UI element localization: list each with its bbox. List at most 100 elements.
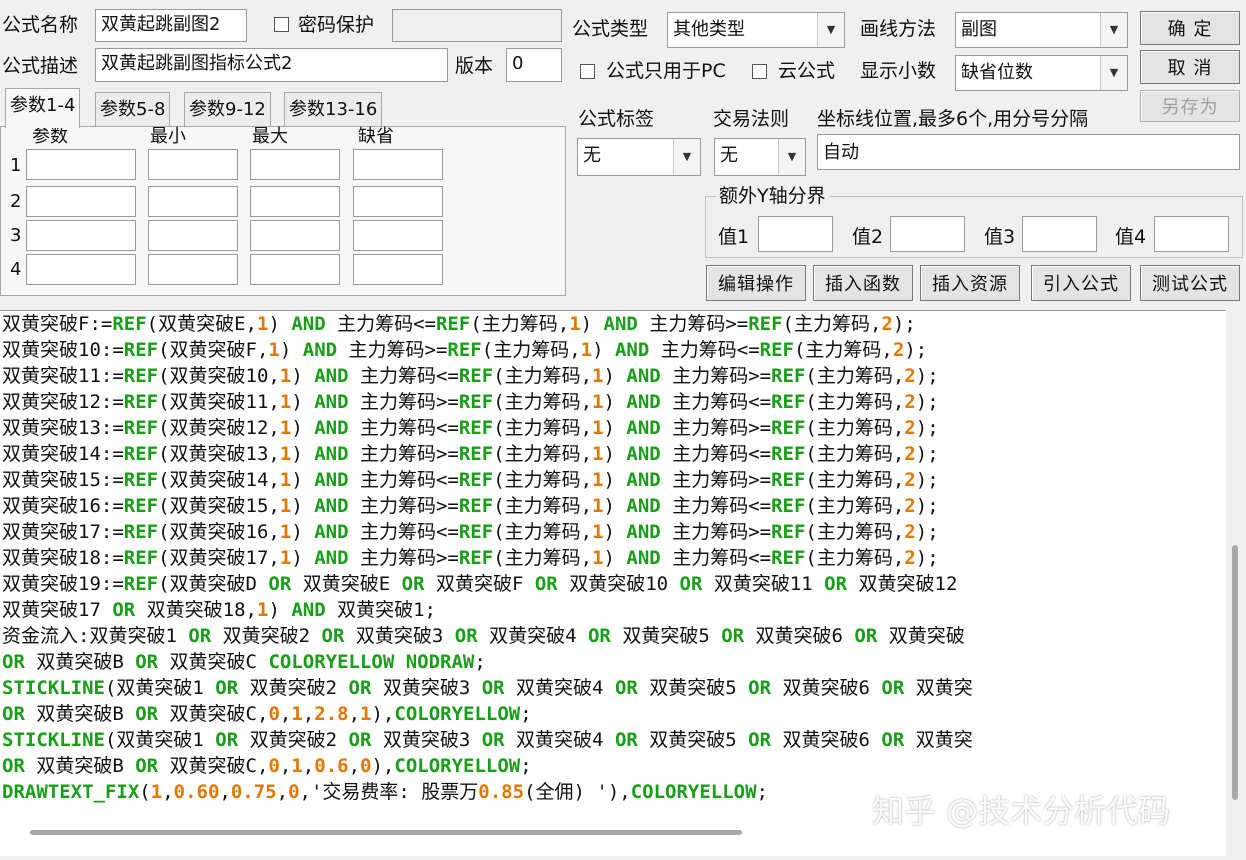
param-min-input[interactable]: [148, 220, 238, 251]
save-as-button[interactable]: 另存为: [1140, 90, 1240, 122]
value2-input[interactable]: [890, 216, 965, 252]
insert-resource-button[interactable]: 插入资源: [920, 265, 1020, 301]
param-min-input[interactable]: [148, 186, 238, 217]
code-text: 主力筹码<=: [660, 391, 772, 413]
trade-rule-value: 无: [720, 145, 738, 166]
code-text: ;: [520, 755, 532, 777]
formula-desc-input[interactable]: 双黄起跳副图指标公式2: [95, 48, 448, 82]
code-keyword: REF: [771, 495, 806, 517]
code-text: 双黄突破C,: [158, 703, 269, 725]
axis-position-label: 坐标线位置,最多6个,用分号分隔: [817, 108, 1089, 130]
decimal-select[interactable]: 缺省位数 ▼: [955, 55, 1128, 91]
edit-operation-button[interactable]: 编辑操作: [706, 265, 806, 301]
code-keyword: AND: [302, 339, 338, 361]
param-name-input[interactable]: [26, 220, 136, 251]
tab-params-13-16[interactable]: 参数13-16: [284, 92, 383, 126]
formula-tag-label: 公式标签: [578, 108, 655, 130]
code-text: (双黄突破1: [104, 677, 216, 699]
tab-params-1-4[interactable]: 参数1-4: [5, 88, 81, 128]
cancel-button[interactable]: 取 消: [1140, 50, 1240, 84]
value1-input[interactable]: [758, 216, 833, 252]
vertical-scrollbar-thumb[interactable]: [1232, 545, 1238, 800]
code-keyword: OR: [748, 677, 772, 699]
code-text: ,: [279, 703, 292, 725]
code-text: ,: [348, 755, 361, 777]
code-text: ,: [302, 755, 315, 777]
code-number: 2: [904, 495, 916, 517]
param-header-name: 参数: [32, 126, 68, 147]
ok-button[interactable]: 确 定: [1140, 11, 1240, 45]
param-default-input[interactable]: [353, 220, 443, 251]
param-row-number: 3: [10, 225, 22, 246]
code-number: 1: [291, 703, 303, 725]
pc-only-checkbox[interactable]: [580, 64, 595, 79]
axis-position-input[interactable]: 自动: [817, 134, 1240, 170]
code-number: 0: [288, 781, 300, 803]
code-number: 0.60: [173, 781, 220, 803]
code-number: 2.8: [314, 703, 349, 725]
formula-tag-select[interactable]: 无 ▼: [577, 138, 701, 176]
code-keyword: REF: [759, 339, 794, 361]
cloud-formula-checkbox[interactable]: [752, 64, 767, 79]
code-text: 双黄突破F: [424, 573, 535, 595]
version-input[interactable]: 0: [506, 48, 562, 82]
formula-type-select[interactable]: 其他类型 ▼: [667, 12, 845, 48]
param-default-input[interactable]: [353, 149, 443, 180]
code-keyword: COLORYELLOW NODRAW: [268, 651, 475, 673]
code-line: OR 双黄突破B OR 双黄突破C COLORYELLOW NODRAW;: [2, 649, 486, 675]
code-keyword: REF: [123, 521, 159, 543]
code-number: 1: [279, 365, 292, 387]
code-keyword: AND: [626, 443, 661, 465]
code-text: (主力筹码,: [805, 443, 905, 465]
code-number: 1: [569, 313, 581, 335]
tab-params-9-12[interactable]: 参数9-12: [184, 92, 271, 126]
trade-rule-select[interactable]: 无 ▼: [714, 138, 806, 176]
insert-function-button[interactable]: 插入函数: [813, 265, 913, 301]
code-text: 主力筹码>=: [660, 469, 772, 491]
value4-input[interactable]: [1154, 216, 1229, 252]
param-name-input[interactable]: [26, 254, 136, 285]
param-name-input[interactable]: [26, 186, 136, 217]
test-formula-button[interactable]: 测试公式: [1140, 265, 1240, 301]
value3-input[interactable]: [1022, 216, 1097, 252]
password-protect-checkbox[interactable]: [274, 17, 289, 32]
cloud-formula-label: 云公式: [778, 60, 836, 82]
code-number: 1: [592, 391, 604, 413]
pc-only-label: 公式只用于PC: [606, 60, 726, 82]
code-text: (主力筹码,: [805, 547, 905, 569]
param-min-input[interactable]: [148, 149, 238, 180]
code-keyword: REF: [458, 443, 494, 465]
code-number: 1: [592, 365, 604, 387]
code-text: 双黄突破14:=: [2, 443, 124, 465]
code-text: (双黄突破13,: [158, 443, 280, 465]
code-text: (双黄突破12,: [158, 417, 280, 439]
extra-y-axis-label: 额外Y轴分界: [716, 184, 829, 208]
tab-params-5-8[interactable]: 参数5-8: [95, 92, 171, 126]
param-max-input[interactable]: [250, 220, 340, 251]
password-input[interactable]: [392, 9, 562, 42]
draw-method-select[interactable]: 副图 ▼: [955, 12, 1128, 48]
code-number: 0: [360, 755, 372, 777]
version-label: 版本: [455, 55, 494, 77]
formula-name-input[interactable]: 双黄起跳副图2: [95, 9, 247, 42]
param-default-input[interactable]: [353, 186, 443, 217]
horizontal-scrollbar-thumb[interactable]: [30, 830, 742, 835]
param-name-input[interactable]: [26, 149, 136, 180]
code-editor[interactable]: 双黄突破F:=REF(双黄突破E,1) AND 主力筹码<=REF(主力筹码,1…: [0, 310, 1226, 856]
param-default-input[interactable]: [353, 254, 443, 285]
code-keyword: AND: [314, 417, 349, 439]
code-number: 1: [592, 417, 604, 439]
code-line: OR 双黄突破B OR 双黄突破C,0,1,0.6,0),COLORYELLOW…: [2, 753, 532, 779]
code-text: 双黄突破5: [610, 625, 722, 647]
code-text: ): [603, 391, 627, 413]
param-max-input[interactable]: [250, 149, 340, 180]
code-text: ): [279, 339, 303, 361]
code-keyword: OR: [348, 677, 372, 699]
param-max-input[interactable]: [250, 254, 340, 285]
param-min-input[interactable]: [148, 254, 238, 285]
import-formula-button[interactable]: 引入公式: [1031, 265, 1131, 301]
code-keyword: STICKLINE: [2, 729, 105, 751]
code-number: 2: [904, 469, 916, 491]
param-max-input[interactable]: [250, 186, 340, 217]
code-text: 双黄突破3: [344, 625, 455, 647]
